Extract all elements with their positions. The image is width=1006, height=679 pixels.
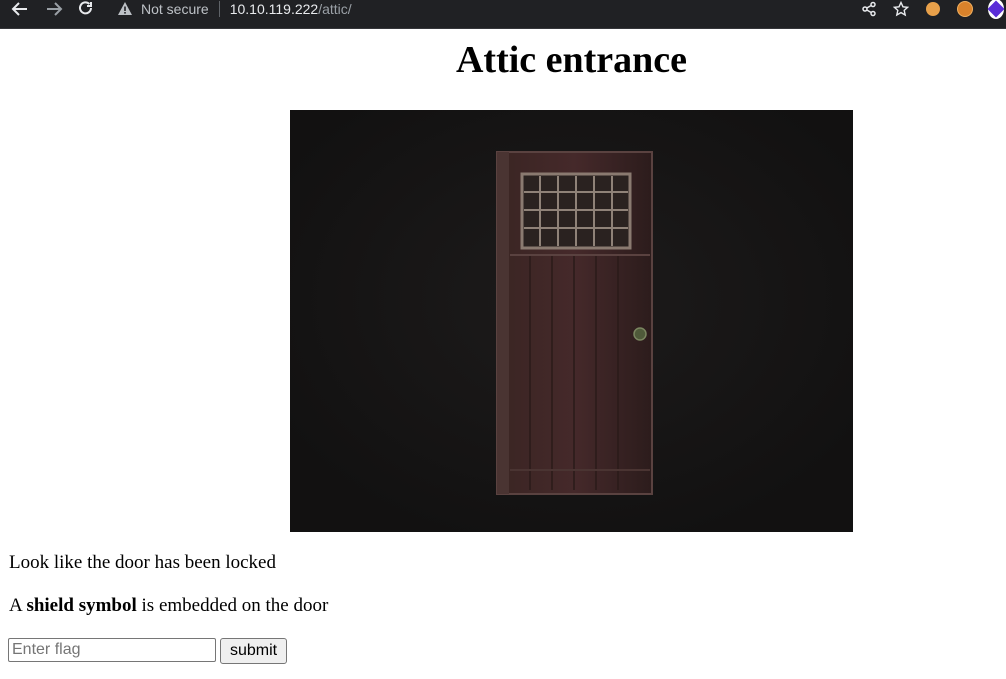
bookmark-star-icon[interactable] — [892, 0, 910, 18]
back-arrow-icon[interactable] — [8, 0, 32, 18]
security-label[interactable]: Not secure — [141, 1, 209, 17]
toolbar-actions — [846, 0, 1006, 19]
reload-icon[interactable] — [74, 0, 98, 18]
submit-button[interactable]: submit — [220, 638, 287, 664]
share-icon[interactable] — [860, 0, 878, 18]
locked-message: Look like the door has been locked — [9, 552, 276, 573]
flag-input[interactable] — [8, 638, 216, 662]
door-image — [290, 110, 853, 532]
browser-toolbar: Not secure 10.10.119.222/attic/ — [0, 0, 1006, 29]
shield-message-prefix: A — [9, 595, 27, 616]
url-host[interactable]: 10.10.119.222 — [230, 1, 319, 17]
address-divider — [218, 1, 220, 17]
shield-message-suffix: is embedded on the door — [136, 595, 329, 616]
url-path[interactable]: /attic/ — [318, 1, 351, 17]
warning-icon[interactable] — [117, 1, 133, 17]
page-title: Attic entrance — [455, 39, 688, 81]
purple-extension-icon[interactable] — [987, 0, 1006, 19]
shield-symbol-text: shield symbol — [26, 595, 137, 616]
cookie-editor-extension-icon[interactable] — [956, 0, 974, 18]
door-icon — [290, 110, 853, 532]
shield-message: A shield symbol is embedded on the door — [9, 595, 328, 617]
cookie-extension-icon[interactable] — [924, 0, 942, 18]
forward-arrow-icon[interactable] — [42, 0, 66, 18]
